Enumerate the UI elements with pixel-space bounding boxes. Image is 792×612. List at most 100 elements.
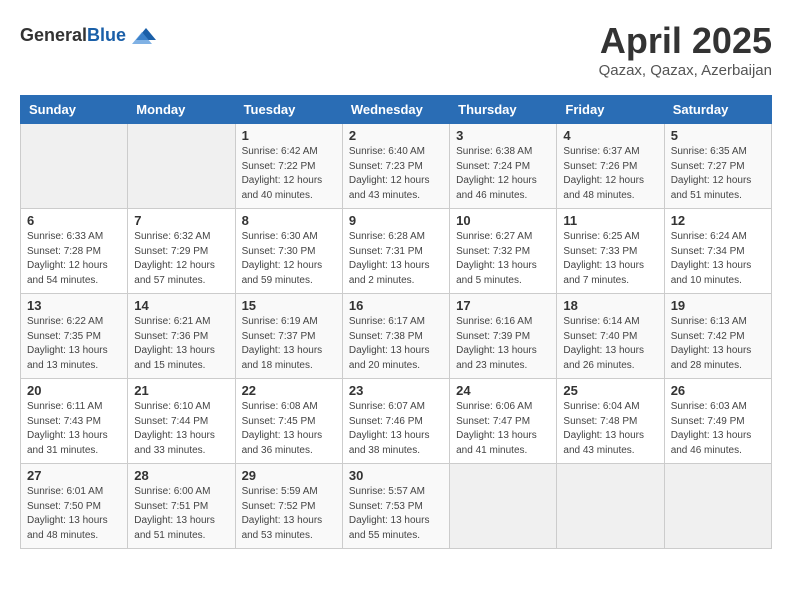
day-info: Sunrise: 6:32 AMSunset: 7:29 PMDaylight:… [134, 230, 228, 288]
month-year: April 2025 [599, 20, 772, 62]
day-number: 18 [563, 298, 657, 313]
day-number: 8 [242, 213, 336, 228]
calendar-day-cell: 20 Sunrise: 6:11 AMSunset: 7:43 PMDayligh… [21, 379, 128, 464]
calendar-day-cell: 16 Sunrise: 6:17 AMSunset: 7:38 PMDayligh… [342, 294, 449, 379]
calendar-table: SundayMondayTuesdayWednesdayThursdayFrid… [20, 95, 772, 549]
day-number: 21 [134, 383, 228, 398]
day-info: Sunrise: 6:17 AMSunset: 7:38 PMDaylight:… [349, 315, 443, 373]
logo-blue: Blue [87, 25, 126, 45]
calendar-week-row: 27Sunrise: 6:01 AMSunset: 7:50 PMDayligh… [21, 464, 772, 549]
calendar-day-cell: 30Sunrise: 5:57 AMSunset: 7:53 PMDayligh… [342, 464, 449, 549]
logo-icon [128, 20, 158, 50]
calendar-day-cell: 23 Sunrise: 6:07 AMSunset: 7:46 PMDayligh… [342, 379, 449, 464]
day-number: 11 [563, 213, 657, 228]
weekday-header: Wednesday [342, 96, 449, 124]
weekday-header: Monday [128, 96, 235, 124]
calendar-day-cell [21, 124, 128, 209]
day-info: Sunrise: 5:59 AMSunset: 7:52 PMDaylight:… [242, 485, 336, 543]
day-number: 4 [563, 128, 657, 143]
day-number: 12 [671, 213, 765, 228]
calendar-day-cell: 8 Sunrise: 6:30 AMSunset: 7:30 PMDaylight… [235, 209, 342, 294]
calendar-day-cell: 13 Sunrise: 6:22 AMSunset: 7:35 PMDayligh… [21, 294, 128, 379]
day-number: 20 [27, 383, 121, 398]
day-number: 7 [134, 213, 228, 228]
day-info: Sunrise: 6:04 AMSunset: 7:48 PMDaylight:… [563, 400, 657, 458]
calendar-day-cell: 18 Sunrise: 6:14 AMSunset: 7:40 PMDayligh… [557, 294, 664, 379]
day-number: 27 [27, 468, 121, 483]
calendar-day-cell: 15Sunrise: 6:19 AMSunset: 7:37 PMDayligh… [235, 294, 342, 379]
calendar-day-cell: 7 Sunrise: 6:32 AMSunset: 7:29 PMDaylight… [128, 209, 235, 294]
day-number: 6 [27, 213, 121, 228]
day-info: Sunrise: 6:37 AMSunset: 7:26 PMDaylight:… [563, 145, 657, 203]
weekday-header-row: SundayMondayTuesdayWednesdayThursdayFrid… [21, 96, 772, 124]
calendar-day-cell: 10Sunrise: 6:27 AMSunset: 7:32 PMDayligh… [450, 209, 557, 294]
day-number: 2 [349, 128, 443, 143]
location: Qazax, Qazax, Azerbaijan [599, 62, 772, 79]
calendar-day-cell: 21 Sunrise: 6:10 AMSunset: 7:44 PMDayligh… [128, 379, 235, 464]
calendar-week-row: 1 Sunrise: 6:42 AMSunset: 7:22 PMDaylight… [21, 124, 772, 209]
day-info: Sunrise: 6:07 AMSunset: 7:46 PMDaylight:… [349, 400, 443, 458]
weekday-header: Saturday [664, 96, 771, 124]
day-number: 24 [456, 383, 550, 398]
day-info: Sunrise: 6:35 AMSunset: 7:27 PMDaylight:… [671, 145, 765, 203]
day-info: Sunrise: 6:16 AMSunset: 7:39 PMDaylight:… [456, 315, 550, 373]
day-number: 29 [242, 468, 336, 483]
day-number: 23 [349, 383, 443, 398]
calendar-day-cell: 9Sunrise: 6:28 AMSunset: 7:31 PMDaylight… [342, 209, 449, 294]
calendar-day-cell [557, 464, 664, 549]
day-number: 26 [671, 383, 765, 398]
weekday-header: Friday [557, 96, 664, 124]
calendar-day-cell: 27Sunrise: 6:01 AMSunset: 7:50 PMDayligh… [21, 464, 128, 549]
calendar-day-cell: 28 Sunrise: 6:00 AMSunset: 7:51 PMDayligh… [128, 464, 235, 549]
calendar-day-cell [664, 464, 771, 549]
calendar-day-cell: 17 Sunrise: 6:16 AMSunset: 7:39 PMDayligh… [450, 294, 557, 379]
day-number: 13 [27, 298, 121, 313]
day-info: Sunrise: 6:03 AMSunset: 7:49 PMDaylight:… [671, 400, 765, 458]
day-info: Sunrise: 6:42 AMSunset: 7:22 PMDaylight:… [242, 145, 336, 203]
day-info: Sunrise: 6:25 AMSunset: 7:33 PMDaylight:… [563, 230, 657, 288]
day-number: 17 [456, 298, 550, 313]
weekday-header: Thursday [450, 96, 557, 124]
calendar-day-cell: 26 Sunrise: 6:03 AMSunset: 7:49 PMDayligh… [664, 379, 771, 464]
calendar-week-row: 20 Sunrise: 6:11 AMSunset: 7:43 PMDayligh… [21, 379, 772, 464]
day-number: 28 [134, 468, 228, 483]
day-number: 10 [456, 213, 550, 228]
day-number: 30 [349, 468, 443, 483]
day-info: Sunrise: 6:08 AMSunset: 7:45 PMDaylight:… [242, 400, 336, 458]
calendar-day-cell: 2 Sunrise: 6:40 AMSunset: 7:23 PMDaylight… [342, 124, 449, 209]
day-number: 16 [349, 298, 443, 313]
weekday-header: Sunday [21, 96, 128, 124]
calendar-day-cell: 19 Sunrise: 6:13 AMSunset: 7:42 PMDayligh… [664, 294, 771, 379]
day-info: Sunrise: 6:10 AMSunset: 7:44 PMDaylight:… [134, 400, 228, 458]
logo: GeneralBlue [20, 20, 158, 50]
day-number: 3 [456, 128, 550, 143]
day-number: 19 [671, 298, 765, 313]
day-info: Sunrise: 6:14 AMSunset: 7:40 PMDaylight:… [563, 315, 657, 373]
day-number: 1 [242, 128, 336, 143]
calendar-day-cell: 24Sunrise: 6:06 AMSunset: 7:47 PMDayligh… [450, 379, 557, 464]
calendar-day-cell: 5Sunrise: 6:35 AMSunset: 7:27 PMDaylight… [664, 124, 771, 209]
day-number: 14 [134, 298, 228, 313]
day-number: 22 [242, 383, 336, 398]
day-info: Sunrise: 6:21 AMSunset: 7:36 PMDaylight:… [134, 315, 228, 373]
calendar-day-cell: 6 Sunrise: 6:33 AMSunset: 7:28 PMDaylight… [21, 209, 128, 294]
calendar-day-cell: 4 Sunrise: 6:37 AMSunset: 7:26 PMDaylight… [557, 124, 664, 209]
day-info: Sunrise: 6:28 AMSunset: 7:31 PMDaylight:… [349, 230, 443, 288]
calendar-day-cell [128, 124, 235, 209]
day-info: Sunrise: 6:22 AMSunset: 7:35 PMDaylight:… [27, 315, 121, 373]
day-info: Sunrise: 6:30 AMSunset: 7:30 PMDaylight:… [242, 230, 336, 288]
logo-text: GeneralBlue [20, 25, 126, 46]
day-info: Sunrise: 6:33 AMSunset: 7:28 PMDaylight:… [27, 230, 121, 288]
calendar-day-cell: 22 Sunrise: 6:08 AMSunset: 7:45 PMDayligh… [235, 379, 342, 464]
calendar-week-row: 6 Sunrise: 6:33 AMSunset: 7:28 PMDaylight… [21, 209, 772, 294]
day-info: Sunrise: 6:13 AMSunset: 7:42 PMDaylight:… [671, 315, 765, 373]
day-info: Sunrise: 6:11 AMSunset: 7:43 PMDaylight:… [27, 400, 121, 458]
title-block: April 2025 Qazax, Qazax, Azerbaijan [599, 20, 772, 79]
day-info: Sunrise: 6:40 AMSunset: 7:23 PMDaylight:… [349, 145, 443, 203]
day-info: Sunrise: 6:38 AMSunset: 7:24 PMDaylight:… [456, 145, 550, 203]
calendar-day-cell: 3 Sunrise: 6:38 AMSunset: 7:24 PMDaylight… [450, 124, 557, 209]
day-info: Sunrise: 6:00 AMSunset: 7:51 PMDaylight:… [134, 485, 228, 543]
page-header: GeneralBlue April 2025 Qazax, Qazax, Aze… [20, 20, 772, 79]
logo-general: General [20, 25, 87, 45]
calendar-day-cell: 29 Sunrise: 5:59 AMSunset: 7:52 PMDayligh… [235, 464, 342, 549]
